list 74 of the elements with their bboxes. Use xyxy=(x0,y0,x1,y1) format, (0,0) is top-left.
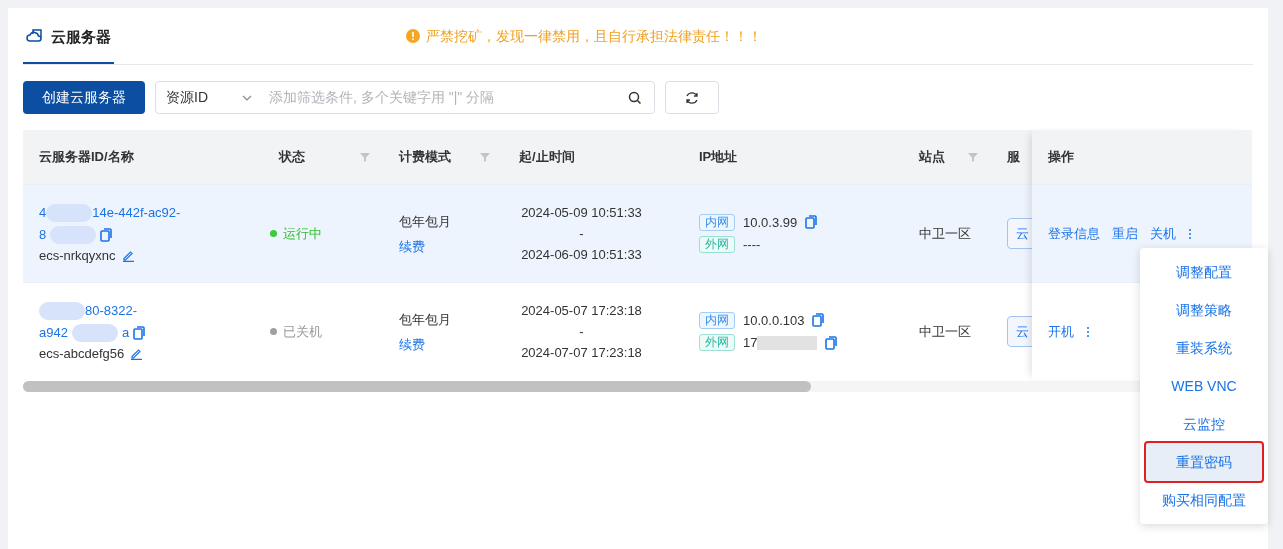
renew-link[interactable]: 续费 xyxy=(399,336,425,352)
ip-address: 10.0.3.99 xyxy=(743,213,798,232)
column-header: 云服务器ID/名称 xyxy=(39,148,135,167)
server-id[interactable]: 14e-442f-ac92- xyxy=(92,201,181,224)
notice-text: 严禁挖矿，发现一律禁用，且自行承担法律责任！！！ xyxy=(425,26,762,46)
warning-icon xyxy=(405,29,420,43)
scrollbar-thumb[interactable] xyxy=(23,381,811,392)
service-tag[interactable]: 云 xyxy=(1007,217,1032,250)
redaction-blur xyxy=(46,203,93,222)
server-id[interactable]: 4 xyxy=(39,201,47,224)
column-header: 计费模式 xyxy=(399,148,452,167)
start-time: 2024-05-07 17:23:18 xyxy=(520,302,643,320)
billing-mode: 包年包月 xyxy=(399,310,452,329)
create-server-button[interactable]: 创建云服务器 xyxy=(23,81,145,114)
server-id[interactable]: 8 xyxy=(39,223,47,246)
server-tab[interactable]: 云服务器 xyxy=(23,8,114,64)
renew-link[interactable]: 续费 xyxy=(399,238,425,254)
menu-item[interactable]: 购买相同配置 xyxy=(1140,481,1268,519)
edit-icon[interactable] xyxy=(130,347,144,360)
column-header: 站点 xyxy=(919,148,946,167)
action-link[interactable]: 重启 xyxy=(1112,223,1138,244)
action-link[interactable]: 开机 xyxy=(1048,321,1074,342)
column-header: 状态 xyxy=(279,148,306,167)
column-header: 服 xyxy=(1007,148,1020,167)
copy-icon[interactable] xyxy=(133,325,146,340)
column-header: 操作 xyxy=(1048,148,1075,167)
filter-key-select[interactable]: 资源ID xyxy=(156,87,261,108)
redaction-blur xyxy=(50,225,97,244)
server-id[interactable]: a xyxy=(121,321,130,344)
status-text: 运行中 xyxy=(283,224,322,243)
end-time: 2024-06-09 10:51:33 xyxy=(520,246,643,264)
network-tag: 外网 xyxy=(699,236,735,254)
copy-icon[interactable] xyxy=(805,215,818,230)
redaction-blur xyxy=(39,301,85,320)
billing-mode: 包年包月 xyxy=(399,212,452,231)
network-tag: 内网 xyxy=(699,213,735,231)
menu-item[interactable]: 重置密码 xyxy=(1146,443,1262,481)
server-name: ecs-abcdefg56 xyxy=(39,344,125,363)
network-tag: 外网 xyxy=(699,334,735,352)
end-time: 2024-07-07 17:23:18 xyxy=(520,344,643,362)
refresh-button[interactable] xyxy=(665,81,719,114)
server-id[interactable]: 80-8322- xyxy=(85,299,138,322)
refresh-icon xyxy=(685,90,699,105)
time-separator: - xyxy=(578,225,585,243)
copy-icon[interactable] xyxy=(812,313,825,328)
start-time: 2024-05-09 10:51:33 xyxy=(520,204,643,222)
server-name: ecs-nrkqyxnc xyxy=(39,246,116,265)
action-link[interactable]: 关机 xyxy=(1150,223,1176,244)
search-field[interactable]: 资源ID 添加筛选条件, 多个关键字用 "|" 分隔 xyxy=(155,81,655,114)
site-text: 中卫一区 xyxy=(919,225,971,241)
column-header: 起/止时间 xyxy=(519,148,576,167)
redaction-blur xyxy=(71,323,118,342)
search-icon xyxy=(628,90,642,105)
menu-item[interactable]: WEB VNC xyxy=(1140,367,1268,405)
network-tag: 内网 xyxy=(699,311,735,329)
menu-item[interactable]: 云监控 xyxy=(1140,405,1268,443)
edit-icon[interactable] xyxy=(121,249,135,262)
menu-item[interactable]: 调整配置 xyxy=(1140,253,1268,291)
more-icon[interactable] xyxy=(1086,325,1090,338)
ip-address: 10.0.0.103 xyxy=(743,311,805,330)
service-tag[interactable]: 云 xyxy=(1007,315,1032,348)
copy-icon[interactable] xyxy=(100,227,113,242)
time-separator: - xyxy=(578,323,585,341)
column-header: IP地址 xyxy=(699,148,739,167)
ip-address: ---- xyxy=(743,236,761,254)
status-text: 已关机 xyxy=(283,322,322,341)
copy-icon[interactable] xyxy=(825,335,838,350)
menu-item[interactable]: 重装系统 xyxy=(1140,329,1268,367)
menu-item[interactable]: 调整策略 xyxy=(1140,291,1268,329)
ip-address: 17 xyxy=(743,334,758,352)
action-link[interactable]: 登录信息 xyxy=(1048,223,1100,244)
more-icon[interactable] xyxy=(1188,227,1192,240)
site-text: 中卫一区 xyxy=(919,323,971,339)
server-id[interactable]: a942 xyxy=(39,321,68,344)
